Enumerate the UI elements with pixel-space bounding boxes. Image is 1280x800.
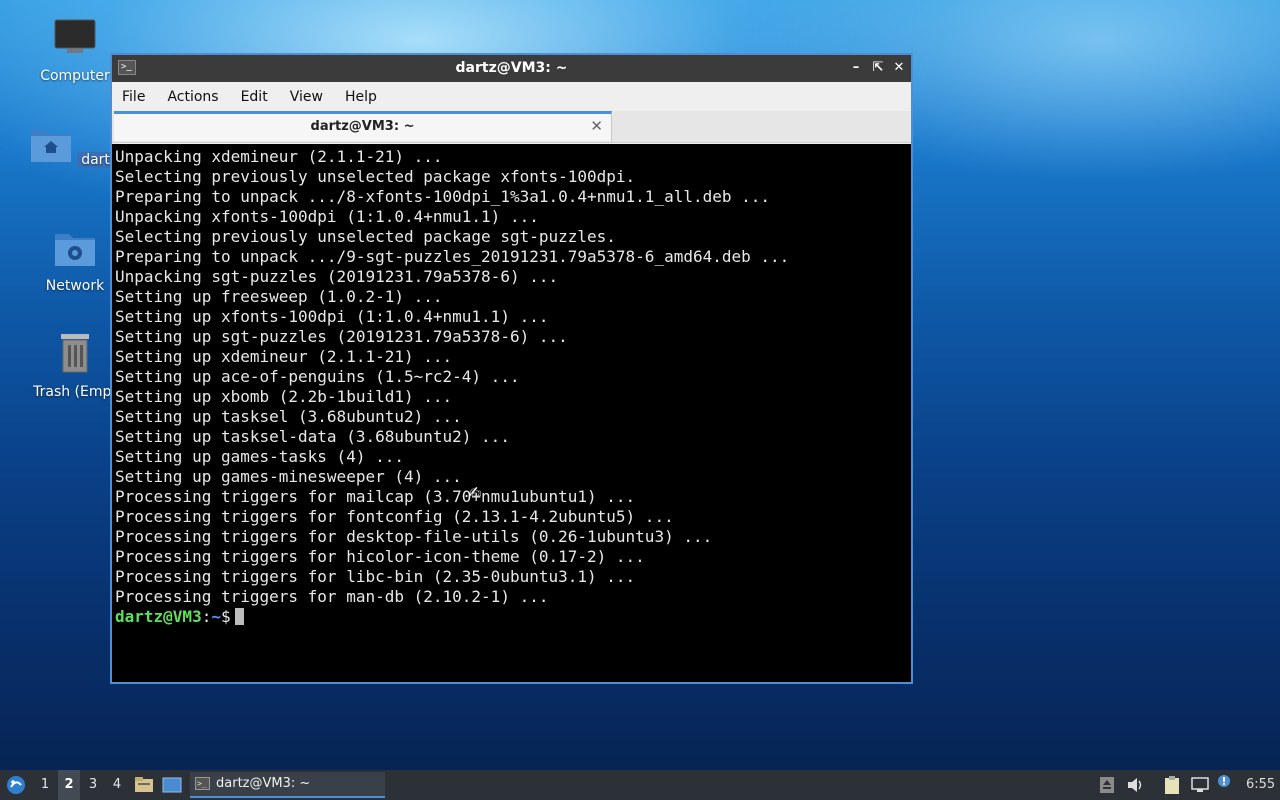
terminal-line: Setting up xdemineur (2.1.1-21) ... — [115, 347, 453, 366]
terminal-icon: >_ — [195, 777, 210, 790]
notification-icon[interactable] — [1217, 770, 1235, 800]
maximize-button[interactable]: ⇱ — [869, 59, 887, 77]
terminal-line: Setting up xbomb (2.2b-1build1) ... — [115, 387, 453, 406]
terminal-line: Selecting previously unselected package … — [115, 167, 636, 186]
taskbar-task-terminal[interactable]: >_ dartz@VM3: ~ — [190, 772, 385, 798]
start-menu-button[interactable] — [4, 770, 28, 800]
menu-bar: File Actions Edit View Help — [112, 82, 911, 111]
window-titlebar[interactable]: >_ dartz@VM3: ~ – ⇱ ✕ — [112, 55, 911, 82]
home-folder-icon — [30, 130, 71, 162]
desktop-icon-label: Network — [45, 278, 105, 294]
terminal-line: Setting up freesweep (1.0.2-1) ... — [115, 287, 443, 306]
desktop-icon — [162, 777, 182, 793]
terminal-line: Processing triggers for man-db (2.10.2-1… — [115, 587, 549, 606]
menu-help[interactable]: Help — [345, 89, 377, 105]
terminal-line: Processing triggers for mailcap (3.70+nm… — [115, 487, 636, 506]
desktop-icon-network[interactable]: Network — [27, 228, 123, 294]
folder-icon — [135, 777, 153, 792]
workspace-1[interactable]: 1 — [34, 770, 56, 800]
terminal-line: Setting up tasksel-data (3.68ubuntu2) ..… — [115, 427, 510, 446]
prompt-path: ~ — [211, 607, 221, 626]
text-cursor — [234, 608, 244, 625]
network-folder-icon — [55, 234, 95, 266]
terminal-line: Setting up games-minesweeper (4) ... — [115, 467, 462, 486]
network-status-icon[interactable] — [1191, 770, 1211, 800]
clipboard-icon[interactable] — [1163, 770, 1183, 800]
workspace-4[interactable]: 4 — [106, 770, 128, 800]
taskbar: 1 2 3 4 >_ dartz@VM3: ~ 6:55 — [0, 770, 1280, 800]
minimize-button[interactable]: – — [847, 59, 865, 77]
terminal-line: Preparing to unpack .../9-sgt-puzzles_20… — [115, 247, 790, 266]
desktop-icon-label: Trash (Empt — [33, 384, 117, 400]
terminal-line: Unpacking xfonts-100dpi (1:1.0.4+nmu1.1)… — [115, 207, 539, 226]
terminal-line: Processing triggers for fontconfig (2.13… — [115, 507, 674, 526]
trash-icon — [61, 334, 89, 373]
menu-file[interactable]: File — [122, 89, 145, 105]
menu-view[interactable]: View — [290, 89, 323, 105]
menu-actions[interactable]: Actions — [167, 89, 218, 105]
terminal-line: Processing triggers for hicolor-icon-the… — [115, 547, 645, 566]
desktop-icon-label: Computer — [40, 68, 110, 84]
terminal-output[interactable]: Unpacking xdemineur (2.1.1-21) ... Select… — [112, 144, 911, 682]
tab-label: dartz@VM3: ~ — [310, 119, 415, 134]
workspace-2[interactable]: 2 — [58, 770, 80, 800]
prompt-line: dartz@VM3:~$ — [115, 607, 910, 627]
file-manager-launcher[interactable] — [133, 770, 155, 800]
prompt-symbol: $ — [220, 607, 231, 626]
terminal-window: >_ dartz@VM3: ~ – ⇱ ✕ File Actions Edit … — [110, 53, 913, 684]
desktop-icon-computer[interactable]: Computer — [27, 18, 123, 84]
terminal-line: Unpacking xdemineur (2.1.1-21) ... — [115, 147, 443, 166]
computer-icon — [54, 19, 96, 53]
terminal-line: Setting up sgt-puzzles (20191231.79a5378… — [115, 327, 568, 346]
clock[interactable]: 6:55 — [1246, 770, 1278, 800]
tab-close-icon[interactable]: ✕ — [590, 117, 603, 135]
terminal-line: Processing triggers for libc-bin (2.35-0… — [115, 567, 636, 586]
menu-edit[interactable]: Edit — [241, 89, 268, 105]
window-title: dartz@VM3: ~ — [455, 60, 568, 76]
terminal-line: Selecting previously unselected package … — [115, 227, 616, 246]
terminal-line: Setting up tasksel (3.68ubuntu2) ... — [115, 407, 462, 426]
tray-update-icon[interactable] — [1099, 770, 1117, 800]
terminal-line: Setting up ace-of-penguins (1.5~rc2-4) .… — [115, 367, 520, 386]
mouse-pointer-icon: ✍ — [468, 483, 482, 502]
task-label: dartz@VM3: ~ — [216, 776, 311, 791]
close-button[interactable]: ✕ — [890, 59, 908, 77]
terminal-line: Unpacking sgt-puzzles (20191231.79a5378-… — [115, 267, 559, 286]
terminal-line: Setting up xfonts-100dpi (1:1.0.4+nmu1.1… — [115, 307, 549, 326]
desktop-icon-trash[interactable]: Trash (Empt — [27, 332, 123, 400]
prompt-user-host: dartz@VM3 — [115, 607, 202, 626]
workspace-3[interactable]: 3 — [82, 770, 104, 800]
terminal-tab[interactable]: dartz@VM3: ~ ✕ — [114, 111, 612, 141]
lubuntu-logo-icon — [7, 776, 25, 794]
terminal-line: Preparing to unpack .../8-xfonts-100dpi_… — [115, 187, 771, 206]
desktop-icon-home[interactable]: dartz — [27, 124, 123, 168]
terminal-line: Setting up games-tasks (4) ... — [115, 447, 404, 466]
tab-bar: dartz@VM3: ~ ✕ — [112, 111, 911, 143]
volume-icon[interactable] — [1126, 770, 1146, 800]
show-desktop-button[interactable] — [160, 770, 184, 800]
terminal-line: Processing triggers for desktop-file-uti… — [115, 527, 713, 546]
prompt-separator: : — [201, 607, 212, 626]
